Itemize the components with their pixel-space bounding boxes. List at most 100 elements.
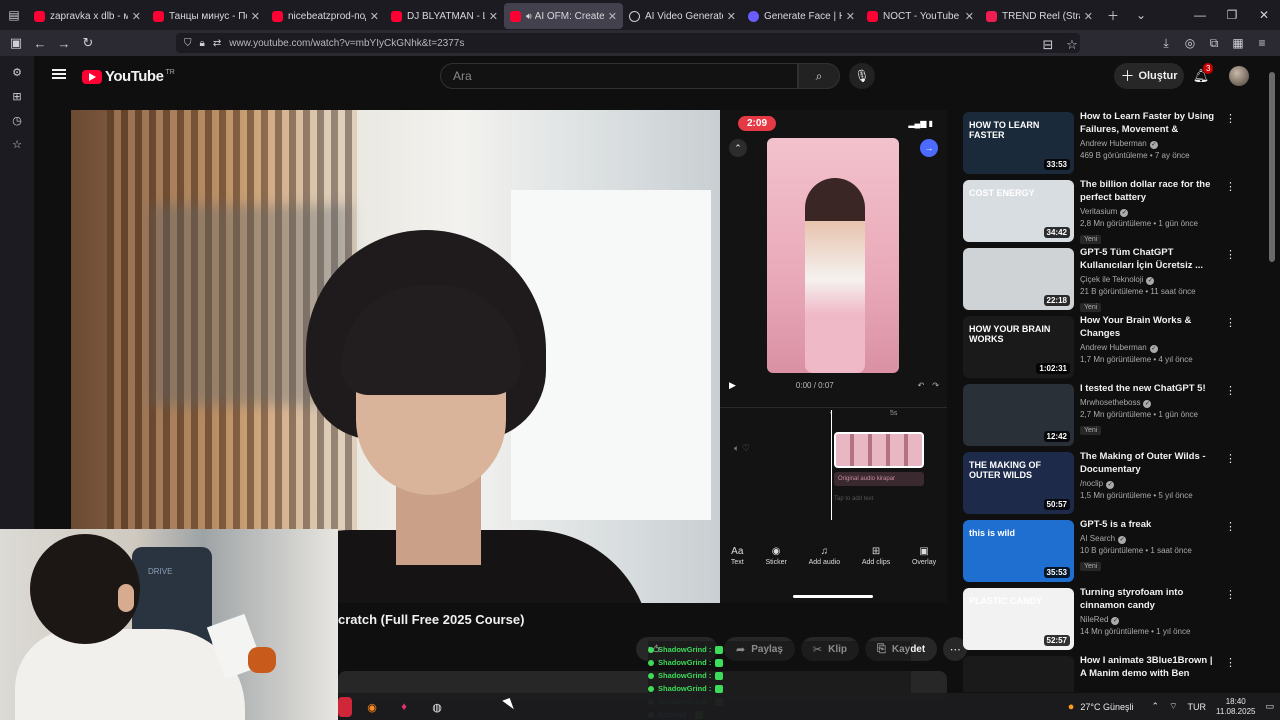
history-icon[interactable]: ◷ bbox=[0, 108, 34, 132]
minimize-icon[interactable]: — bbox=[1184, 0, 1216, 30]
chevron-down-icon[interactable]: ⌄ bbox=[1127, 0, 1155, 30]
more-vertical-icon[interactable]: ⋮ bbox=[1225, 180, 1236, 193]
account-icon[interactable]: ◎ bbox=[1178, 32, 1202, 54]
pin-app-icon[interactable]: ♦ bbox=[394, 697, 414, 717]
notifications-tray-icon[interactable]: ▭ bbox=[1265, 701, 1274, 712]
close-tab-icon[interactable]: ✕ bbox=[370, 10, 379, 23]
channel-name[interactable]: Veritasium bbox=[1080, 207, 1117, 216]
reader-view-icon[interactable]: ⊟ bbox=[1036, 33, 1060, 57]
video-thumbnail[interactable]: HOW YOUR BRAIN WORKS 1:02:31 bbox=[963, 316, 1074, 378]
video-title-link[interactable]: GPT-5 is a freak bbox=[1080, 518, 1220, 531]
close-tab-icon[interactable]: ✕ bbox=[251, 10, 260, 23]
channel-name[interactable]: AI Search bbox=[1080, 534, 1115, 543]
video-thumbnail[interactable]: THE MAKING OF OUTER WILDS 50:57 bbox=[963, 452, 1074, 514]
recommended-video[interactable]: COST ENERGY 34:42 The billion dollar race … bbox=[963, 178, 1263, 246]
more-vertical-icon[interactable]: ⋮ bbox=[1225, 452, 1236, 465]
voice-search-button[interactable]: 🎙︎ bbox=[849, 63, 875, 89]
extensions-icon[interactable]: ⧉ bbox=[1202, 32, 1226, 54]
more-vertical-icon[interactable]: ⋮ bbox=[1225, 316, 1236, 329]
notifications-button[interactable]: 🔔︎ 3 bbox=[1191, 63, 1214, 86]
browser-tab[interactable]: DJ BLYATMAN - LOVE I ✕ bbox=[385, 3, 504, 29]
language-indicator[interactable]: TUR bbox=[1188, 702, 1207, 712]
firefox-icon[interactable]: ◉ bbox=[362, 697, 382, 717]
close-tab-icon[interactable]: ✕ bbox=[1084, 10, 1093, 23]
menu-icon[interactable]: ≡ bbox=[1250, 32, 1274, 54]
video-title-link[interactable]: The billion dollar race for the perfect … bbox=[1080, 178, 1220, 204]
recommended-video[interactable]: this is wild 35:53 GPT-5 is a freak AI Sear… bbox=[963, 518, 1263, 586]
video-title-link[interactable]: The Making of Outer Wilds - Documentary bbox=[1080, 450, 1220, 476]
tab-overview-icon[interactable]: ▤ bbox=[0, 0, 28, 30]
video-thumbnail[interactable]: COST ENERGY 34:42 bbox=[963, 180, 1074, 242]
video-title-link[interactable]: I tested the new ChatGPT 5! bbox=[1080, 382, 1220, 395]
recommended-video[interactable]: 12:42 I tested the new ChatGPT 5! Mrwhoset… bbox=[963, 382, 1263, 450]
close-tab-icon[interactable]: ✕ bbox=[965, 10, 974, 23]
more-vertical-icon[interactable]: ⋮ bbox=[1225, 588, 1236, 601]
close-window-icon[interactable]: ✕ bbox=[1248, 0, 1280, 30]
video-thumbnail[interactable]: HOW TO LEARN FASTER 33:53 bbox=[963, 112, 1074, 174]
sidebar-toggle-icon[interactable]: ▣ bbox=[4, 31, 28, 55]
new-tab-icon[interactable]: ＋ bbox=[1099, 0, 1127, 30]
video-thumbnail[interactable] bbox=[963, 656, 1074, 692]
youtube-logo[interactable]: YouTube TR bbox=[82, 68, 175, 85]
channel-name[interactable]: NileRed bbox=[1080, 615, 1108, 624]
search-input[interactable]: Ara bbox=[440, 63, 798, 89]
scrollbar-thumb[interactable] bbox=[1269, 72, 1275, 262]
reload-icon[interactable]: ↻ bbox=[76, 31, 100, 55]
close-tab-icon[interactable]: ✕ bbox=[608, 10, 617, 23]
video-title-link[interactable]: How Your Brain Works & Changes bbox=[1080, 314, 1220, 340]
maximize-icon[interactable]: ❐ bbox=[1216, 0, 1248, 30]
back-icon[interactable]: ← bbox=[28, 31, 52, 55]
video-title-link[interactable]: GPT-5 Tüm ChatGPT Kullanıcıları İçin Ücr… bbox=[1080, 246, 1220, 272]
more-vertical-icon[interactable]: ⋮ bbox=[1225, 520, 1236, 533]
more-vertical-icon[interactable]: ⋮ bbox=[1225, 656, 1236, 669]
taskbar-app-red[interactable] bbox=[338, 697, 352, 717]
downloads-icon[interactable]: ⤓ bbox=[1154, 32, 1178, 54]
search-button[interactable]: ⌕ bbox=[798, 63, 840, 89]
recommended-video[interactable]: 22:18 GPT-5 Tüm ChatGPT Kullanıcıları İçi… bbox=[963, 246, 1263, 314]
hamburger-menu-icon[interactable] bbox=[52, 69, 66, 79]
network-icon[interactable]: ⌔ bbox=[1169, 701, 1177, 712]
bookmark-star-icon[interactable]: ☆ bbox=[1060, 33, 1084, 57]
synced-tabs-icon[interactable]: ⊞ bbox=[0, 84, 34, 108]
video-thumbnail[interactable]: this is wild 35:53 bbox=[963, 520, 1074, 582]
create-button[interactable]: ＋ Oluştur bbox=[1114, 63, 1184, 89]
speaker-icon[interactable]: 🔊︎ bbox=[526, 11, 532, 22]
more-vertical-icon[interactable]: ⋮ bbox=[1225, 112, 1236, 125]
video-title-link[interactable]: Turning styrofoam into cinnamon candy bbox=[1080, 586, 1220, 612]
recommended-video[interactable]: How I animate 3Blue1Brown | A Manim demo… bbox=[963, 654, 1263, 692]
close-tab-icon[interactable]: ✕ bbox=[489, 10, 498, 23]
recommended-video[interactable]: HOW TO LEARN FASTER 33:53 How to Learn Fas… bbox=[963, 110, 1263, 178]
forward-icon[interactable]: → bbox=[52, 31, 76, 55]
video-title-link[interactable]: How to Learn Faster by Using Failures, M… bbox=[1080, 110, 1220, 136]
weather-text[interactable]: 27°C Güneşli bbox=[1080, 702, 1133, 712]
channel-name[interactable]: Andrew Huberman bbox=[1080, 139, 1147, 148]
lock-icon[interactable]: 🔒︎ bbox=[200, 38, 205, 49]
channel-name[interactable]: /noclip bbox=[1080, 479, 1103, 488]
browser-tab[interactable]: AI Video Generator | A ✕ bbox=[623, 3, 742, 29]
video-title-link[interactable]: How I animate 3Blue1Brown | A Manim demo… bbox=[1080, 654, 1220, 680]
video-thumbnail[interactable]: PLASTIC CANDY 52:57 bbox=[963, 588, 1074, 650]
video-thumbnail[interactable]: 12:42 bbox=[963, 384, 1074, 446]
permissions-icon[interactable]: ⇄ bbox=[213, 38, 221, 49]
close-tab-icon[interactable]: ✕ bbox=[727, 10, 736, 23]
bookmarks-icon[interactable]: ☆ bbox=[0, 132, 34, 156]
recommended-video[interactable]: HOW YOUR BRAIN WORKS 1:02:31 How Your Brai… bbox=[963, 314, 1263, 382]
more-vertical-icon[interactable]: ⋮ bbox=[1225, 248, 1236, 261]
more-vertical-icon[interactable]: ⋮ bbox=[1225, 384, 1236, 397]
recommended-video[interactable]: THE MAKING OF OUTER WILDS 50:57 The Making… bbox=[963, 450, 1263, 518]
shield-icon[interactable]: ⛉ bbox=[184, 38, 192, 49]
obs-icon[interactable]: ◍ bbox=[427, 697, 447, 717]
browser-tab[interactable]: Generate Face | High F ✕ bbox=[742, 3, 861, 29]
browser-tab[interactable]: NOCT - YouTube ✕ bbox=[861, 3, 980, 29]
avatar[interactable] bbox=[1229, 66, 1249, 86]
browser-tab[interactable]: Танцы минус - Полов ✕ bbox=[147, 3, 266, 29]
browser-tab[interactable]: TREND Reel (Strategy 2 ✕ bbox=[980, 3, 1099, 29]
channel-name[interactable]: Çiçek ile Teknoloji bbox=[1080, 275, 1143, 284]
address-bar[interactable]: ⛉ 🔒︎ ⇄ www.youtube.com/watch?v=mbYIyCkGN… bbox=[176, 33, 1080, 53]
browser-tab[interactable]: zapravka x dlb - мини ✕ bbox=[28, 3, 147, 29]
recommended-video[interactable]: PLASTIC CANDY 52:57 Turning styrofoam into… bbox=[963, 586, 1263, 654]
clock[interactable]: 18:40 11.08.2025 bbox=[1216, 697, 1255, 717]
close-tab-icon[interactable]: ✕ bbox=[846, 10, 855, 23]
browser-tab[interactable]: nicebeatzprod-под зву ✕ bbox=[266, 3, 385, 29]
ai-chatbot-icon[interactable]: ⚙ bbox=[0, 60, 34, 84]
